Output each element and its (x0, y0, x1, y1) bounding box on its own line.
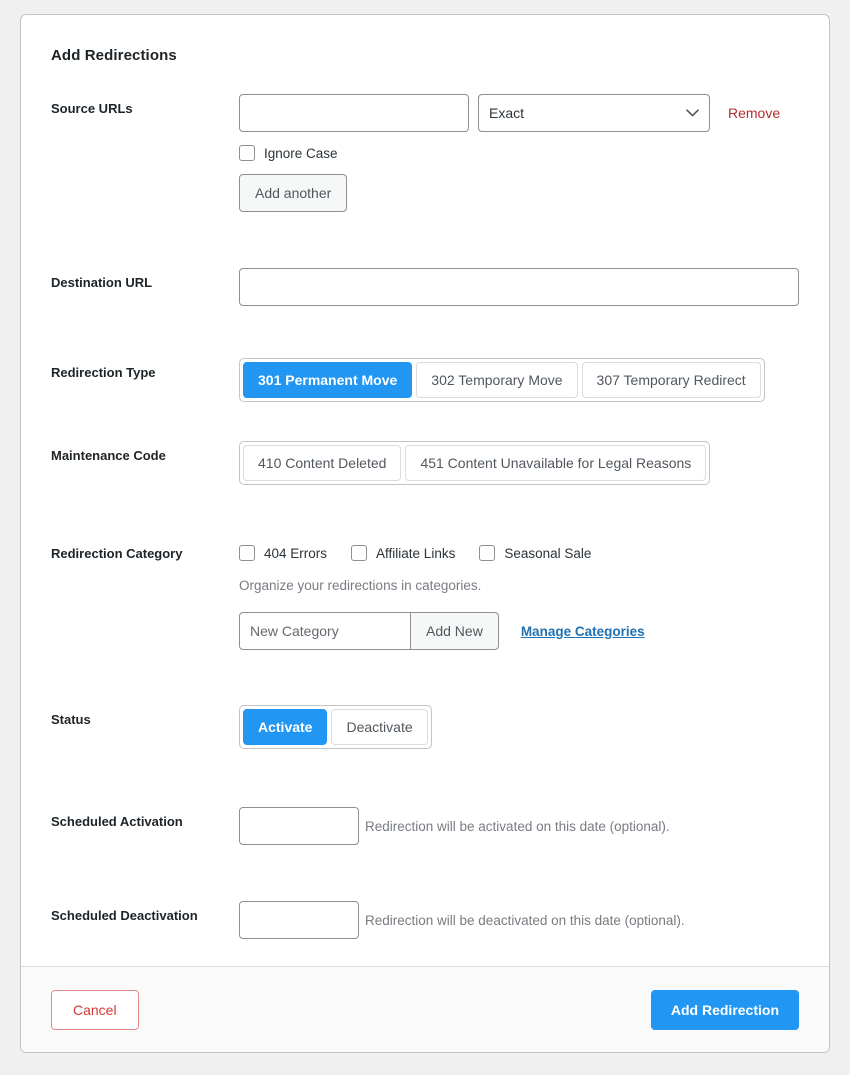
category-helper-text: Organize your redirections in categories… (239, 578, 799, 593)
source-urls-label: Source URLs (51, 94, 239, 118)
match-type-select[interactable]: Exact (478, 94, 710, 132)
destination-url-input[interactable] (239, 268, 799, 306)
scheduled-activation-label: Scheduled Activation (51, 807, 239, 831)
redirection-category-label: Redirection Category (51, 539, 239, 563)
source-url-input[interactable] (239, 94, 469, 132)
card-footer: Cancel Add Redirection (21, 966, 829, 1052)
add-redirection-button[interactable]: Add Redirection (651, 990, 799, 1030)
redirection-type-button-group: 301 Permanent Move 302 Temporary Move 30… (239, 358, 765, 402)
scheduled-deactivation-note: Redirection will be deactivated on this … (365, 913, 685, 928)
redirection-type-row: Redirection Type 301 Permanent Move 302 … (51, 358, 799, 402)
remove-source-url-link[interactable]: Remove (728, 105, 780, 121)
category-checkbox-seasonal-sale[interactable]: Seasonal Sale (479, 545, 591, 561)
category-add-line: Add New Manage Categories (239, 612, 799, 650)
redirection-category-row: Redirection Category 404 Errors Affiliat… (51, 539, 799, 650)
maintenance-code-row: Maintenance Code 410 Content Deleted 451… (51, 441, 799, 485)
status-option-activate[interactable]: Activate (243, 709, 327, 745)
destination-url-label: Destination URL (51, 268, 239, 292)
status-option-deactivate[interactable]: Deactivate (331, 709, 427, 745)
category-checkbox-affiliate-links[interactable]: Affiliate Links (351, 545, 455, 561)
maintenance-code-label: Maintenance Code (51, 441, 239, 465)
add-redirections-card: Add Redirections Source URLs Exact (20, 14, 830, 1053)
maintenance-code-option-410[interactable]: 410 Content Deleted (243, 445, 401, 481)
match-type-select-wrapper: Exact (478, 94, 710, 132)
scheduled-activation-note: Redirection will be activated on this da… (365, 819, 670, 834)
status-field: Activate Deactivate (239, 705, 799, 749)
cancel-button[interactable]: Cancel (51, 990, 139, 1030)
status-button-group: Activate Deactivate (239, 705, 432, 749)
category-checkbox-404-errors[interactable]: 404 Errors (239, 545, 327, 561)
add-another-button[interactable]: Add another (239, 174, 347, 212)
destination-url-field (239, 268, 799, 306)
card-body: Add Redirections Source URLs Exact (21, 15, 829, 966)
redirection-category-field: 404 Errors Affiliate Links Seasonal Sale… (239, 539, 799, 650)
manage-categories-link[interactable]: Manage Categories (521, 624, 645, 639)
page-title: Add Redirections (51, 47, 799, 64)
scheduled-deactivation-label: Scheduled Deactivation (51, 901, 239, 925)
checkbox-seasonal-sale[interactable] (479, 545, 495, 561)
page-background: Add Redirections Source URLs Exact (0, 0, 850, 1075)
scheduled-deactivation-line: Redirection will be deactivated on this … (239, 901, 799, 939)
ignore-case-label: Ignore Case (264, 146, 338, 161)
scheduled-activation-input[interactable] (239, 807, 359, 845)
maintenance-code-button-group: 410 Content Deleted 451 Content Unavaila… (239, 441, 710, 485)
source-url-line: Exact Remove (239, 94, 799, 132)
scheduled-deactivation-input[interactable] (239, 901, 359, 939)
status-label: Status (51, 705, 239, 729)
checkbox-404-errors[interactable] (239, 545, 255, 561)
ignore-case-checkbox-row[interactable]: Ignore Case (239, 145, 799, 161)
scheduled-deactivation-row: Scheduled Deactivation Redirection will … (51, 901, 799, 939)
redirection-type-field: 301 Permanent Move 302 Temporary Move 30… (239, 358, 799, 402)
scheduled-activation-line: Redirection will be activated on this da… (239, 807, 799, 845)
destination-url-row: Destination URL (51, 268, 799, 306)
status-row: Status Activate Deactivate (51, 705, 799, 749)
redirection-type-label: Redirection Type (51, 358, 239, 382)
scheduled-deactivation-field: Redirection will be deactivated on this … (239, 901, 799, 939)
maintenance-code-field: 410 Content Deleted 451 Content Unavaila… (239, 441, 799, 485)
category-label-404-errors: 404 Errors (264, 546, 327, 561)
redirection-type-option-307[interactable]: 307 Temporary Redirect (582, 362, 761, 398)
new-category-input[interactable] (239, 612, 411, 650)
checkbox-affiliate-links[interactable] (351, 545, 367, 561)
category-label-affiliate-links: Affiliate Links (376, 546, 455, 561)
maintenance-code-option-451[interactable]: 451 Content Unavailable for Legal Reason… (405, 445, 706, 481)
scheduled-activation-field: Redirection will be activated on this da… (239, 807, 799, 845)
category-checkbox-group: 404 Errors Affiliate Links Seasonal Sale (239, 539, 799, 561)
redirection-type-option-301[interactable]: 301 Permanent Move (243, 362, 412, 398)
scheduled-activation-row: Scheduled Activation Redirection will be… (51, 807, 799, 845)
add-new-category-button[interactable]: Add New (410, 612, 499, 650)
source-urls-field: Exact Remove Ignore Case (239, 94, 799, 212)
redirection-type-option-302[interactable]: 302 Temporary Move (416, 362, 577, 398)
source-urls-row: Source URLs Exact (51, 94, 799, 212)
category-label-seasonal-sale: Seasonal Sale (504, 546, 591, 561)
ignore-case-checkbox[interactable] (239, 145, 255, 161)
